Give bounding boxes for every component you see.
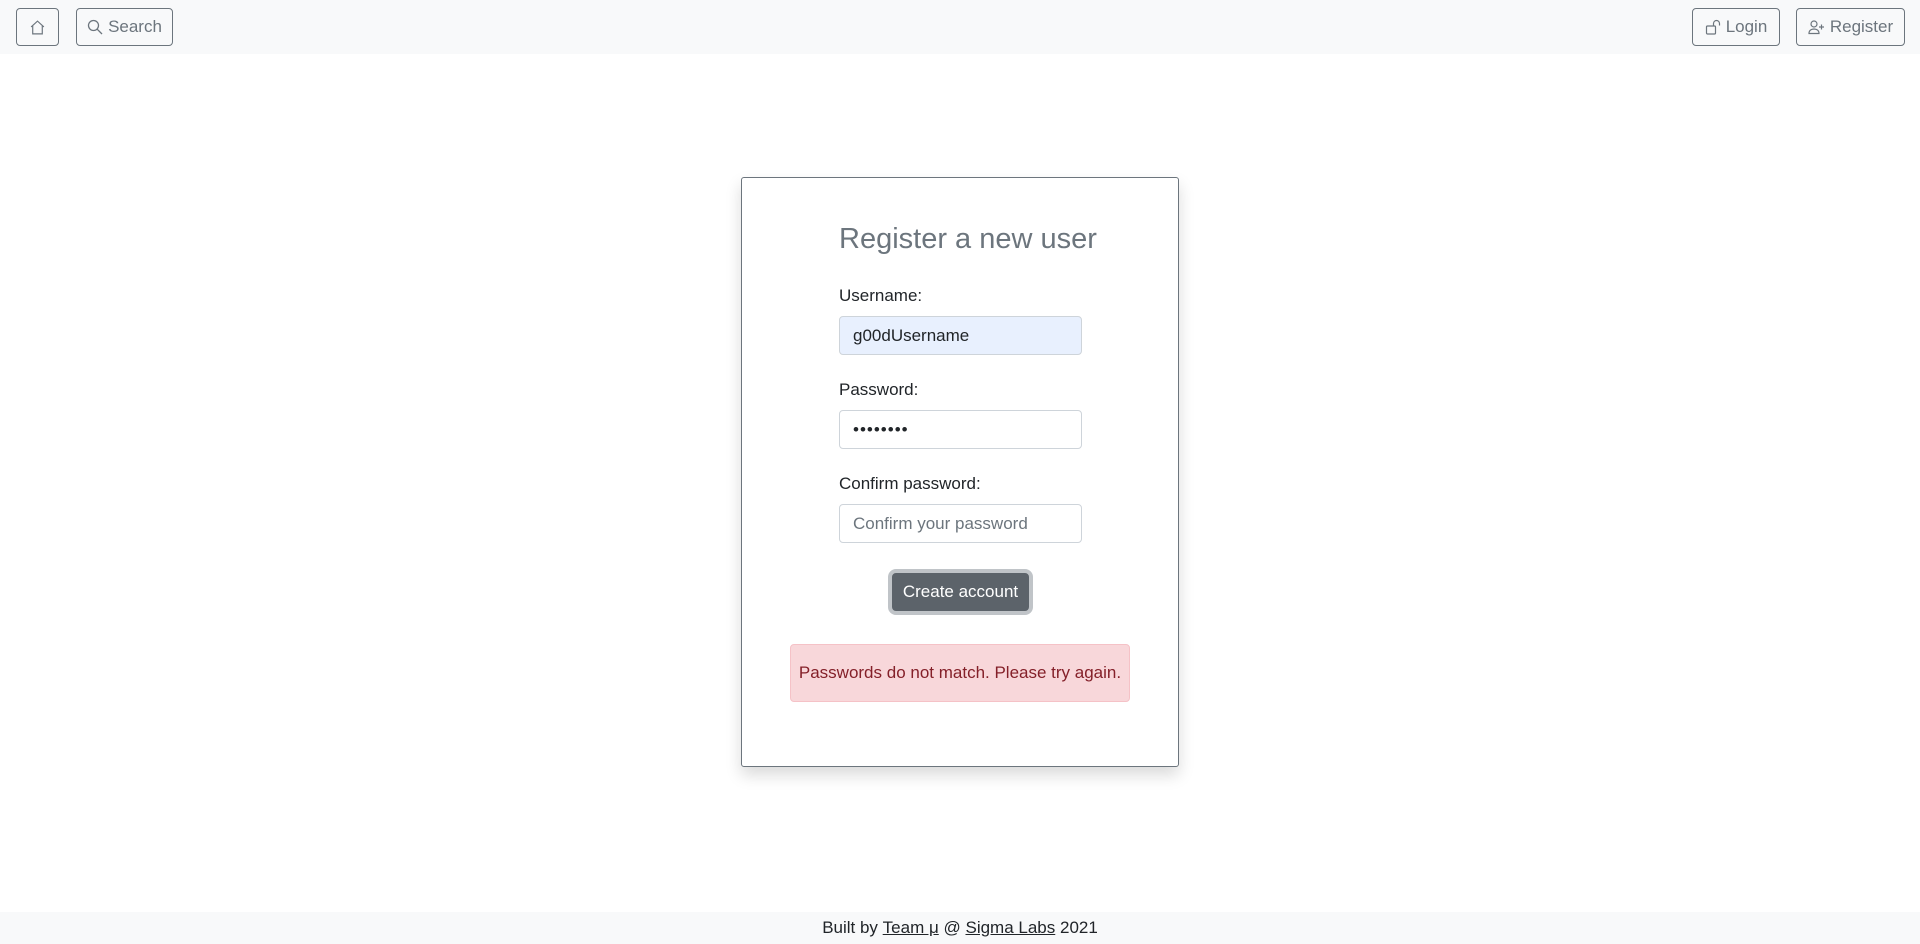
confirm-password-label: Confirm password: bbox=[839, 474, 981, 493]
house-icon bbox=[29, 19, 46, 36]
error-alert: Passwords do not match. Please try again… bbox=[790, 644, 1130, 702]
register-card: Register a new user Username: Password: … bbox=[741, 177, 1179, 767]
person-plus-icon bbox=[1808, 19, 1825, 35]
search-button-label: Search bbox=[108, 17, 162, 36]
sigma-labs-link[interactable]: Sigma Labs bbox=[965, 918, 1055, 938]
register-button[interactable]: Register bbox=[1796, 8, 1905, 46]
team-link[interactable]: Team μ bbox=[883, 918, 939, 938]
search-icon bbox=[87, 19, 103, 35]
confirm-password-field[interactable] bbox=[839, 504, 1082, 543]
login-button[interactable]: Login bbox=[1692, 8, 1780, 46]
search-button[interactable]: Search bbox=[76, 8, 173, 46]
footer: Built by Team μ @ Sigma Labs 2021 bbox=[0, 912, 1920, 944]
error-message: Passwords do not match. Please try again… bbox=[798, 663, 1122, 682]
register-button-label: Register bbox=[1829, 17, 1894, 36]
top-navbar: Search Login Register bbox=[0, 0, 1920, 54]
password-field[interactable] bbox=[839, 410, 1082, 449]
login-button-label: Login bbox=[1725, 17, 1768, 36]
footer-year: 2021 bbox=[1055, 918, 1098, 937]
username-label: Username: bbox=[839, 286, 923, 305]
home-button[interactable] bbox=[16, 8, 59, 46]
create-account-button[interactable]: Create account bbox=[892, 573, 1029, 611]
unlock-icon bbox=[1705, 19, 1721, 35]
page-title: Register a new user bbox=[839, 223, 1097, 255]
footer-prefix: Built by bbox=[822, 918, 883, 937]
footer-separator: @ bbox=[938, 918, 966, 937]
username-field[interactable] bbox=[839, 316, 1082, 355]
password-label: Password: bbox=[839, 380, 919, 399]
